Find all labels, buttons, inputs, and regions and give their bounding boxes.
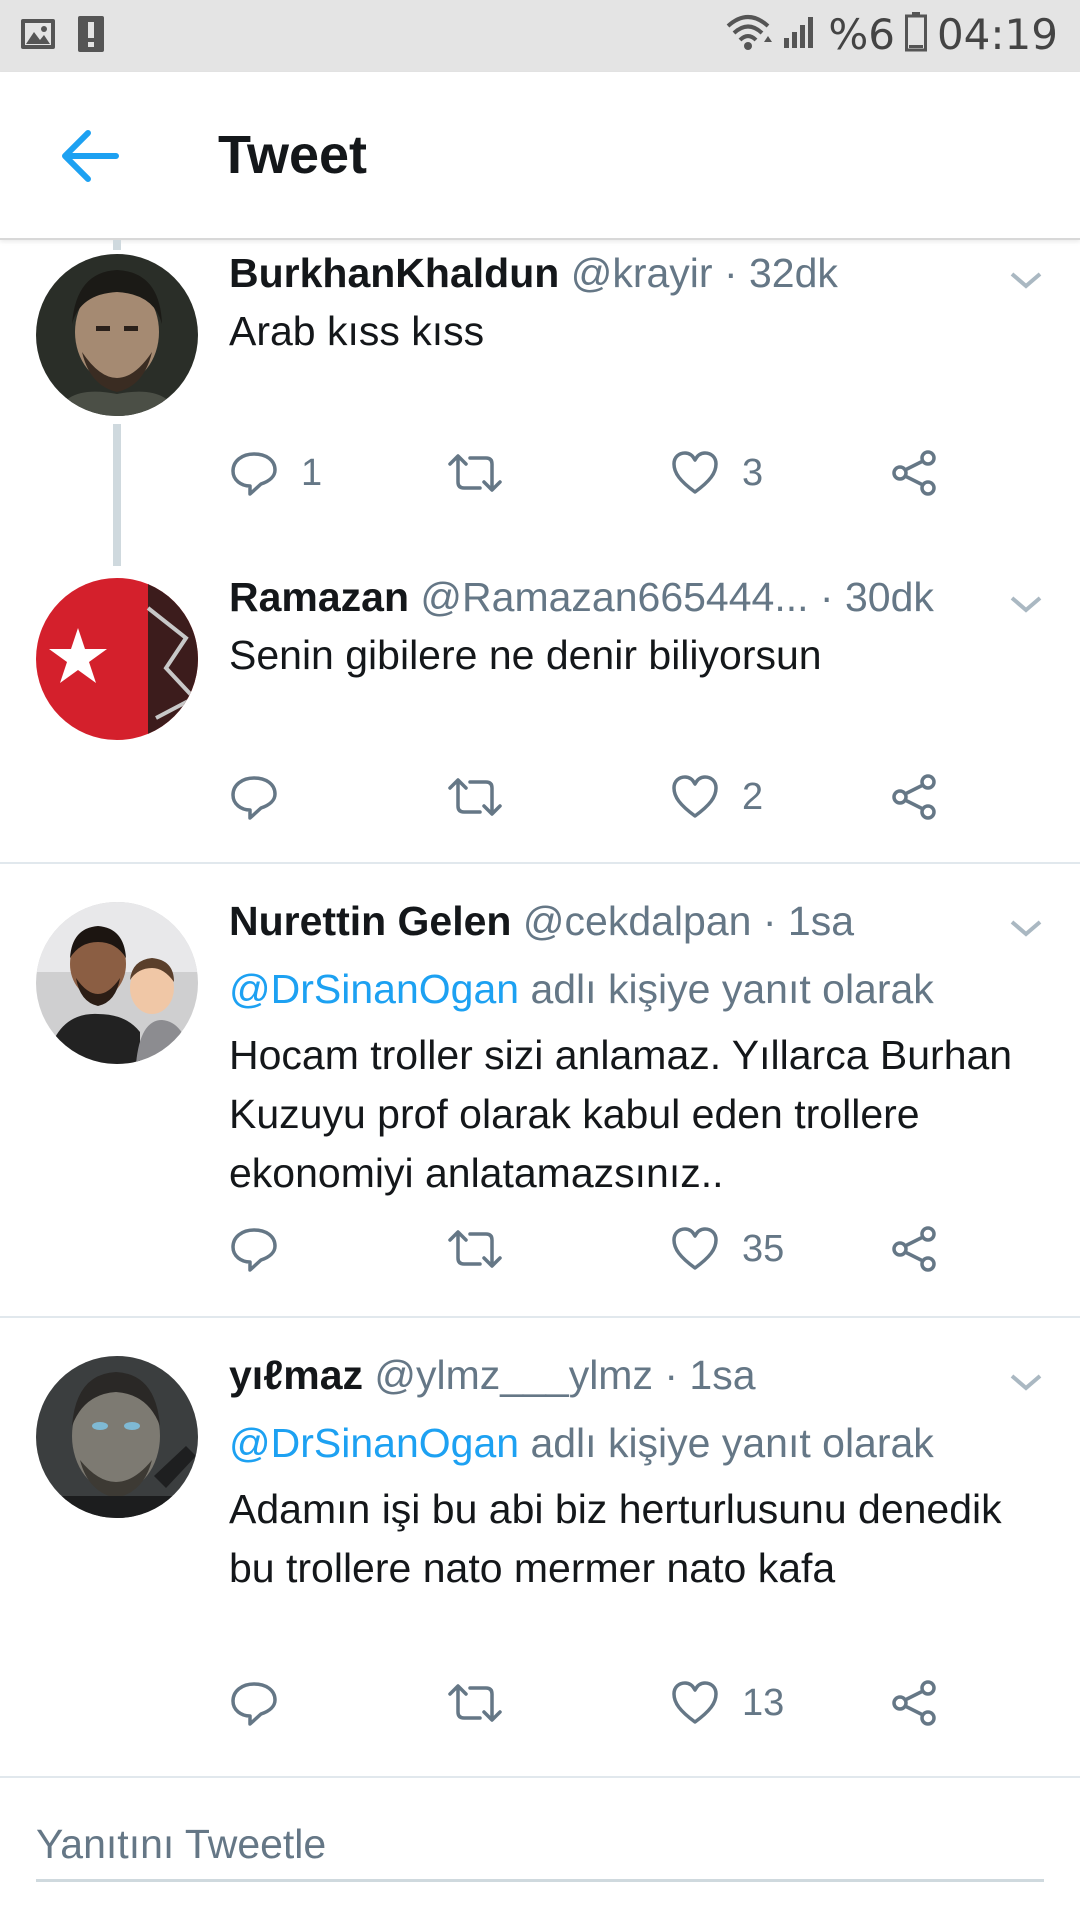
battery-percent: %6 bbox=[828, 10, 895, 59]
tweet[interactable]: Nurettin Gelen @cekdalpan · 1sa @DrSinan… bbox=[0, 888, 1080, 1312]
arrow-left-icon bbox=[62, 130, 119, 182]
reply-context-label: adlı kişiye yanıt olarak bbox=[530, 1420, 934, 1466]
timestamp: · 1sa bbox=[664, 1352, 756, 1398]
share-icon bbox=[892, 774, 936, 820]
reply-icon bbox=[231, 452, 277, 496]
reply-button[interactable] bbox=[229, 1678, 301, 1728]
reply-count: 1 bbox=[301, 451, 323, 494]
like-count: 35 bbox=[742, 1227, 785, 1270]
tweet-text: Adamın işi bu abi biz herturlusunu dened… bbox=[229, 1486, 1002, 1591]
share-button[interactable] bbox=[890, 772, 940, 822]
back-button[interactable] bbox=[58, 128, 122, 184]
like-button[interactable]: 2 bbox=[670, 772, 763, 822]
battery-icon bbox=[904, 12, 927, 57]
tweet-actions: 35 bbox=[0, 1224, 1080, 1284]
chevron-down-icon bbox=[1010, 272, 1042, 289]
tweet-header: Ramazan @Ramazan665444... · 30dk bbox=[229, 574, 934, 621]
timestamp: · 30dk bbox=[819, 574, 934, 620]
tweet-menu-button[interactable] bbox=[1008, 1370, 1044, 1394]
reply-mention-link[interactable]: @DrSinanOgan bbox=[229, 1420, 519, 1466]
share-button[interactable] bbox=[890, 1678, 940, 1728]
tweet-header: yıℓmaz @ylmz___ylmz · 1sa bbox=[229, 1352, 756, 1399]
reply-context-label: adlı kişiye yanıt olarak bbox=[530, 966, 934, 1012]
like-count: 2 bbox=[742, 775, 764, 818]
heart-icon bbox=[672, 1227, 718, 1270]
like-button[interactable]: 35 bbox=[670, 1224, 784, 1274]
handle[interactable]: @Ramazan665444... bbox=[420, 574, 808, 620]
tweet-actions: 2 bbox=[0, 772, 1080, 832]
tweet-text: Senin gibilere ne denir biliyorsun bbox=[229, 632, 822, 678]
reply-icon bbox=[231, 1228, 277, 1272]
like-button[interactable]: 13 bbox=[670, 1678, 784, 1728]
retweet-button[interactable] bbox=[446, 448, 526, 498]
like-count: 13 bbox=[742, 1681, 785, 1724]
timestamp: · 32dk bbox=[723, 250, 838, 296]
avatar[interactable] bbox=[36, 254, 198, 416]
like-count: 3 bbox=[742, 451, 764, 494]
display-name[interactable]: yıℓmaz bbox=[229, 1352, 363, 1398]
reply-composer-bar bbox=[0, 1776, 1080, 1920]
chevron-down-icon bbox=[1010, 920, 1042, 937]
share-icon bbox=[892, 1680, 936, 1726]
reply-icon bbox=[231, 776, 277, 820]
heart-icon bbox=[672, 1681, 718, 1724]
display-name[interactable]: BurkhanKhaldun bbox=[229, 250, 559, 296]
reply-mention-link[interactable]: @DrSinanOgan bbox=[229, 966, 519, 1012]
share-button[interactable] bbox=[890, 1224, 940, 1274]
top-app-bar: Tweet bbox=[0, 72, 1080, 240]
tweet-menu-button[interactable] bbox=[1008, 592, 1044, 616]
tweet-menu-button[interactable] bbox=[1008, 268, 1044, 292]
divider bbox=[0, 862, 1080, 864]
retweet-button[interactable] bbox=[446, 1678, 526, 1728]
share-icon bbox=[892, 450, 936, 496]
tweet[interactable]: BurkhanKhaldun @krayir · 32dk Arab kıss … bbox=[0, 240, 1080, 558]
tweet-actions: 1 3 bbox=[0, 448, 1080, 508]
gallery-notification-icon bbox=[20, 18, 56, 55]
retweet-icon bbox=[448, 1230, 502, 1268]
wifi-icon bbox=[724, 12, 773, 57]
tweet[interactable]: yıℓmaz @ylmz___ylmz · 1sa @DrSinanOgan a… bbox=[0, 1342, 1080, 1766]
display-name[interactable]: Ramazan bbox=[229, 574, 409, 620]
reply-button[interactable]: 1 bbox=[229, 448, 322, 498]
chevron-down-icon bbox=[1010, 1374, 1042, 1391]
reply-input[interactable] bbox=[36, 1810, 1044, 1882]
avatar[interactable] bbox=[36, 1356, 198, 1518]
tweet-text: Hocam troller sizi anlamaz. Yıllarca Bur… bbox=[229, 1032, 1013, 1196]
retweet-icon bbox=[448, 778, 502, 816]
tweet-text: Arab kıss kıss bbox=[229, 308, 485, 354]
handle[interactable]: @cekdalpan bbox=[523, 898, 752, 944]
retweet-button[interactable] bbox=[446, 772, 526, 822]
tweet[interactable]: Ramazan @Ramazan665444... · 30dk Senin g… bbox=[0, 564, 1080, 860]
divider bbox=[0, 1316, 1080, 1318]
reply-context: @DrSinanOgan adlı kişiye yanıt olarak bbox=[229, 966, 934, 1013]
page-title: Tweet bbox=[218, 125, 368, 185]
heart-icon bbox=[672, 451, 718, 494]
alert-notification-icon bbox=[78, 16, 104, 57]
reply-context: @DrSinanOgan adlı kişiye yanıt olarak bbox=[229, 1420, 934, 1467]
tweet-header: Nurettin Gelen @cekdalpan · 1sa bbox=[229, 898, 854, 945]
like-button[interactable]: 3 bbox=[670, 448, 763, 498]
handle[interactable]: @krayir bbox=[571, 250, 713, 296]
handle[interactable]: @ylmz___ylmz bbox=[374, 1352, 653, 1398]
reply-button[interactable] bbox=[229, 772, 301, 822]
share-icon bbox=[892, 1226, 936, 1272]
reply-button[interactable] bbox=[229, 1224, 301, 1274]
timestamp: · 1sa bbox=[762, 898, 854, 944]
display-name[interactable]: Nurettin Gelen bbox=[229, 898, 511, 944]
tweet-header: BurkhanKhaldun @krayir · 32dk bbox=[229, 250, 838, 297]
status-bar: %6 04:19 bbox=[0, 0, 1080, 72]
avatar[interactable] bbox=[36, 578, 198, 740]
share-button[interactable] bbox=[890, 448, 940, 498]
tweet-actions: 13 bbox=[0, 1678, 1080, 1738]
retweet-icon bbox=[448, 454, 502, 492]
chevron-down-icon bbox=[1010, 596, 1042, 613]
retweet-icon bbox=[448, 1684, 502, 1722]
retweet-button[interactable] bbox=[446, 1224, 526, 1274]
reply-icon bbox=[231, 1682, 277, 1726]
heart-icon bbox=[672, 775, 718, 818]
avatar[interactable] bbox=[36, 902, 198, 1064]
tweet-menu-button[interactable] bbox=[1008, 916, 1044, 940]
signal-icon bbox=[782, 14, 818, 55]
clock: 04:19 bbox=[936, 10, 1058, 59]
